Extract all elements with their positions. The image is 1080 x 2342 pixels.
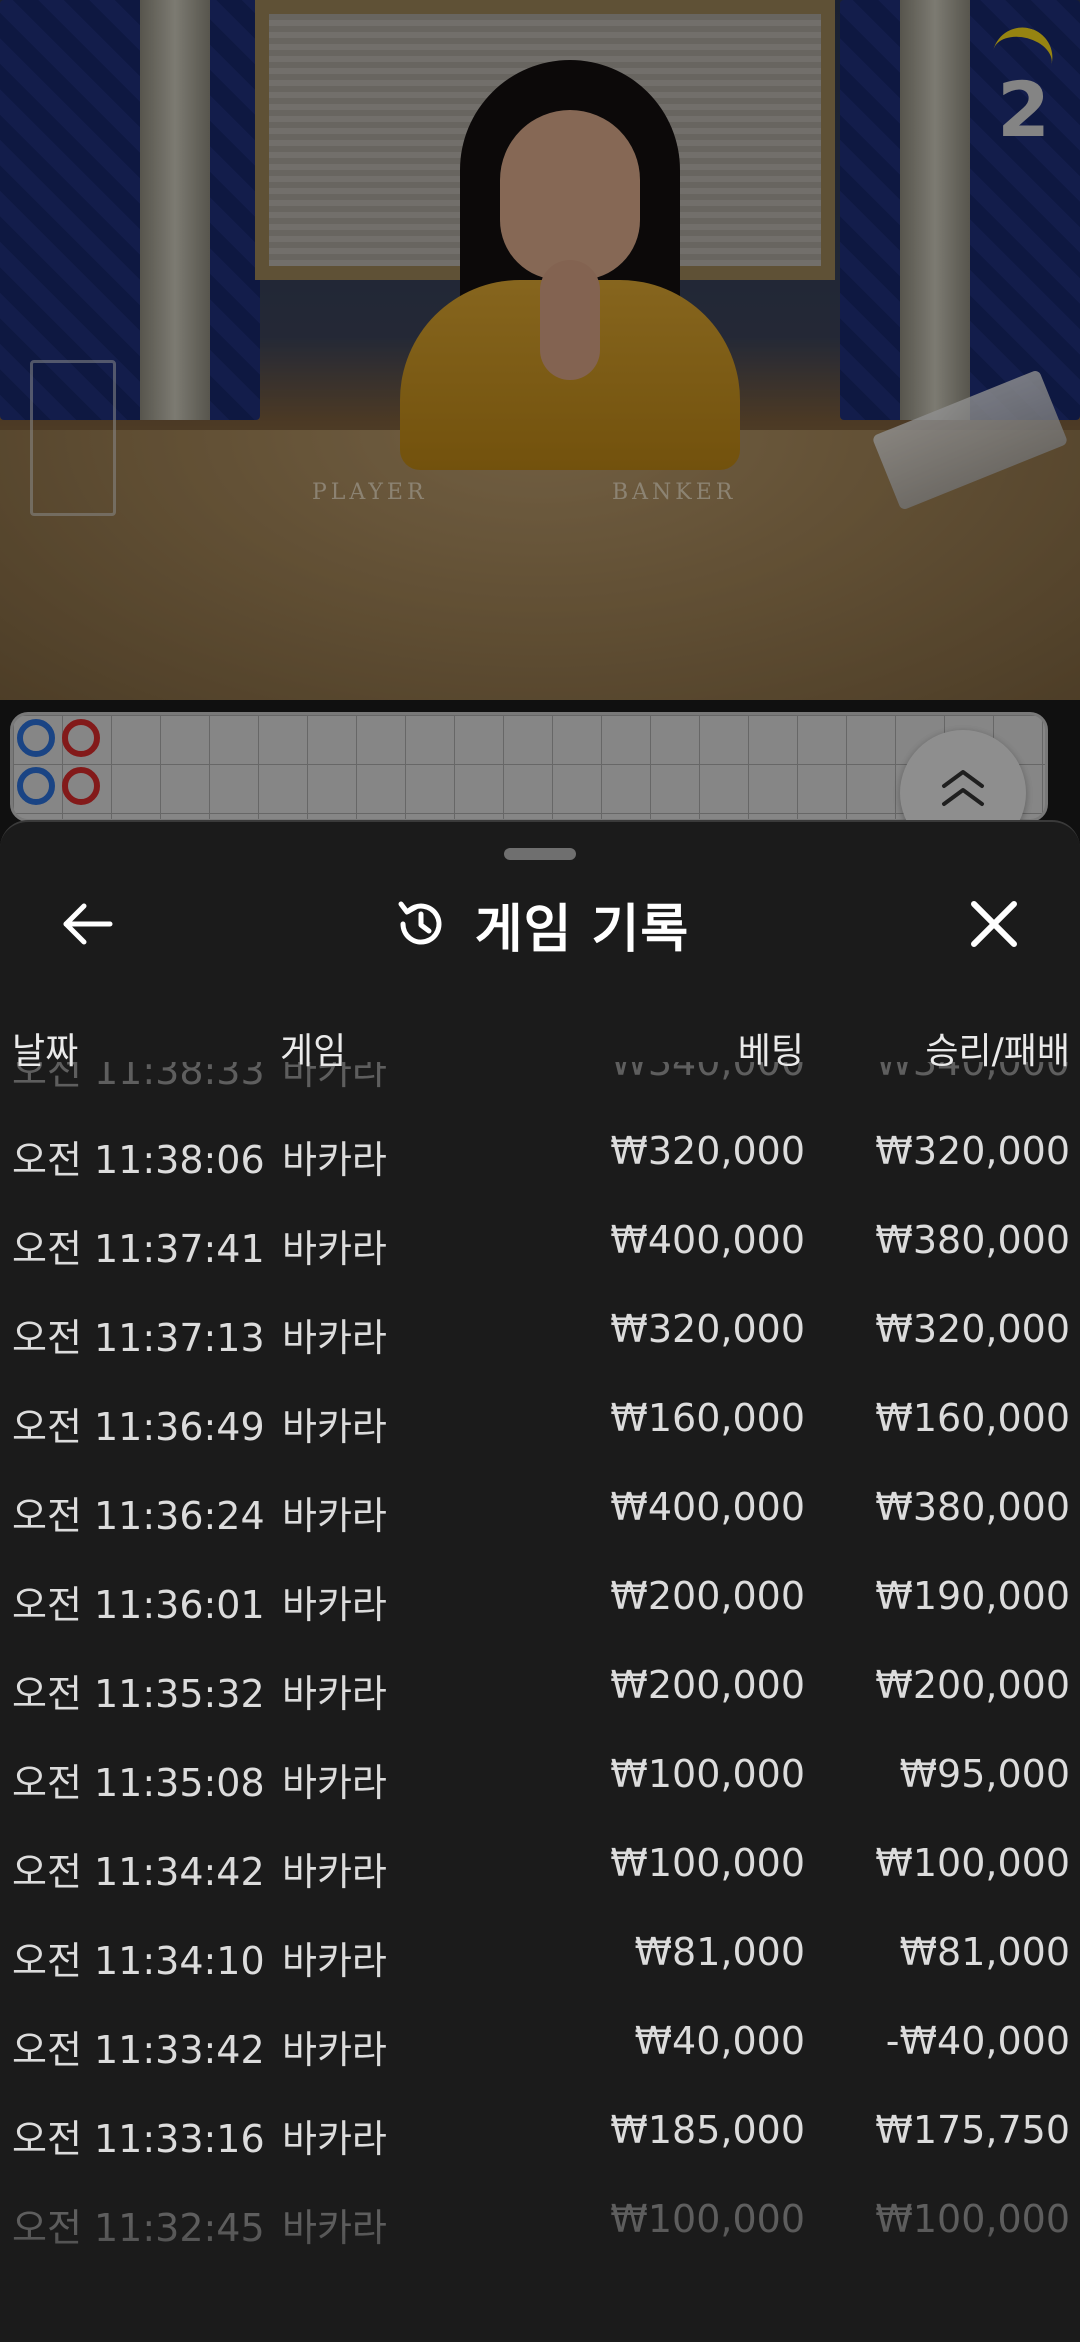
table-row[interactable]: 오전 11:37:13 바카라 ₩320,000 ₩320,000: [0, 1285, 1080, 1374]
table-label-banker: BANKER: [612, 480, 737, 505]
row-bet: ₩40,000: [634, 2019, 805, 2063]
row-date: 오전 11:36:01: [12, 1583, 265, 1627]
row-game: 바카라: [282, 1494, 387, 1538]
row-win-loss: ₩380,000: [875, 1485, 1070, 1529]
road-circle-red: [62, 767, 100, 805]
bead-road[interactable]: [10, 712, 1048, 822]
table-row[interactable]: 오전 11:36:49 바카라 ₩160,000 ₩160,000: [0, 1374, 1080, 1463]
row-win-loss: ₩95,000: [899, 1752, 1070, 1796]
row-bet: ₩160,000: [610, 1396, 805, 1440]
chevron-double-up-icon: [942, 770, 984, 806]
row-date: 오전 11:33:16: [12, 2117, 265, 2161]
row-win-loss: ₩100,000: [875, 2197, 1070, 2241]
row-bet: ₩340,000: [610, 1062, 805, 1084]
row-win-loss: -₩40,000: [885, 2019, 1070, 2063]
table-row[interactable]: 오전 11:33:16 바카라 ₩185,000 ₩175,750: [0, 2086, 1080, 2175]
discard-holder: [30, 360, 116, 516]
row-game: 바카라: [282, 1062, 387, 1093]
table-row[interactable]: 오전 11:36:01 바카라 ₩200,000 ₩190,000: [0, 1552, 1080, 1641]
row-bet: ₩81,000: [634, 1930, 805, 1974]
road-circle-blue: [17, 719, 55, 757]
row-win-loss: ₩100,000: [875, 1841, 1070, 1885]
row-game: 바카라: [282, 2206, 387, 2250]
row-win-loss: ₩200,000: [875, 1663, 1070, 1707]
row-game: 바카라: [282, 1138, 387, 1182]
row-date: 오전 11:37:41: [12, 1227, 265, 1271]
row-game: 바카라: [282, 1583, 387, 1627]
row-bet: ₩320,000: [610, 1129, 805, 1173]
round-number: 2: [997, 65, 1050, 154]
row-game: 바카라: [282, 1939, 387, 1983]
row-win-loss: ₩320,000: [875, 1307, 1070, 1351]
row-game: 바카라: [282, 1227, 387, 1271]
table-row[interactable]: 오전 11:38:06 바카라 ₩320,000 ₩320,000: [0, 1107, 1080, 1196]
row-date: 오전 11:33:42: [12, 2028, 265, 2072]
row-date: 오전 11:35:32: [12, 1672, 265, 1716]
row-win-loss: ₩340,000: [875, 1062, 1070, 1084]
row-date: 오전 11:34:42: [12, 1850, 265, 1894]
wall-panel-left: [0, 0, 260, 420]
close-icon[interactable]: [962, 892, 1026, 956]
row-win-loss: ₩380,000: [875, 1218, 1070, 1262]
row-game: 바카라: [282, 1316, 387, 1360]
row-bet: ₩200,000: [610, 1574, 805, 1618]
table-row[interactable]: 오전 11:36:24 바카라 ₩400,000 ₩380,000: [0, 1463, 1080, 1552]
row-bet: ₩320,000: [610, 1307, 805, 1351]
row-game: 바카라: [282, 1761, 387, 1805]
dealer: [400, 60, 740, 470]
page-title: 게임 기록: [474, 899, 690, 960]
table-row[interactable]: 오전 11:32:45 바카라 ₩100,000 ₩100,000: [0, 2175, 1080, 2264]
game-history-sheet: 게임 기록 날짜 게임 베팅 승리/패배 오전 11:38:33 바카라 ₩34…: [0, 820, 1080, 2342]
sheet-header: 게임 기록: [0, 886, 1080, 962]
sheet-grabber[interactable]: [504, 848, 576, 860]
history-list[interactable]: 오전 11:38:33 바카라 ₩340,000 ₩340,000 오전 11:…: [0, 1062, 1080, 2342]
row-bet: ₩400,000: [610, 1485, 805, 1529]
row-bet: ₩185,000: [610, 2108, 805, 2152]
table-row[interactable]: 오전 11:37:41 바카라 ₩400,000 ₩380,000: [0, 1196, 1080, 1285]
table-label-player: PLAYER: [312, 480, 428, 505]
row-game: 바카라: [282, 1405, 387, 1449]
live-video-stream: PLAYER BANKER 2: [0, 0, 1080, 700]
row-bet: ₩400,000: [610, 1218, 805, 1262]
row-bet: ₩200,000: [610, 1663, 805, 1707]
row-bet: ₩100,000: [610, 2197, 805, 2241]
table-row[interactable]: 오전 11:35:32 바카라 ₩200,000 ₩200,000: [0, 1641, 1080, 1730]
row-win-loss: ₩190,000: [875, 1574, 1070, 1618]
row-win-loss: ₩175,750: [875, 2108, 1070, 2152]
row-date: 오전 11:34:10: [12, 1939, 265, 1983]
row-game: 바카라: [282, 1672, 387, 1716]
row-date: 오전 11:36:49: [12, 1405, 265, 1449]
row-date: 오전 11:38:06: [12, 1138, 265, 1182]
row-date: 오전 11:37:13: [12, 1316, 265, 1360]
row-date: 오전 11:38:33: [12, 1062, 265, 1093]
row-game: 바카라: [282, 2028, 387, 2072]
table-row[interactable]: 오전 11:35:08 바카라 ₩100,000 ₩95,000: [0, 1730, 1080, 1819]
row-game: 바카라: [282, 1850, 387, 1894]
road-circle-blue: [17, 767, 55, 805]
table-row[interactable]: 오전 11:33:42 바카라 ₩40,000 -₩40,000: [0, 1997, 1080, 2086]
row-date: 오전 11:35:08: [12, 1761, 265, 1805]
row-game: 바카라: [282, 2117, 387, 2161]
row-date: 오전 11:32:45: [12, 2206, 265, 2250]
row-win-loss: ₩81,000: [899, 1930, 1070, 1974]
history-icon: [398, 901, 442, 945]
road-circle-red: [62, 719, 100, 757]
table-row[interactable]: 오전 11:34:10 바카라 ₩81,000 ₩81,000: [0, 1908, 1080, 1997]
pillar-left: [140, 0, 210, 420]
row-bet: ₩100,000: [610, 1841, 805, 1885]
row-bet: ₩100,000: [610, 1752, 805, 1796]
row-date: 오전 11:36:24: [12, 1494, 265, 1538]
row-win-loss: ₩320,000: [875, 1129, 1070, 1173]
pillar-right: [900, 0, 970, 420]
table-row[interactable]: 오전 11:34:42 바카라 ₩100,000 ₩100,000: [0, 1819, 1080, 1908]
row-win-loss: ₩160,000: [875, 1396, 1070, 1440]
table-row[interactable]: 오전 11:38:33 바카라 ₩340,000 ₩340,000: [0, 1062, 1080, 1107]
